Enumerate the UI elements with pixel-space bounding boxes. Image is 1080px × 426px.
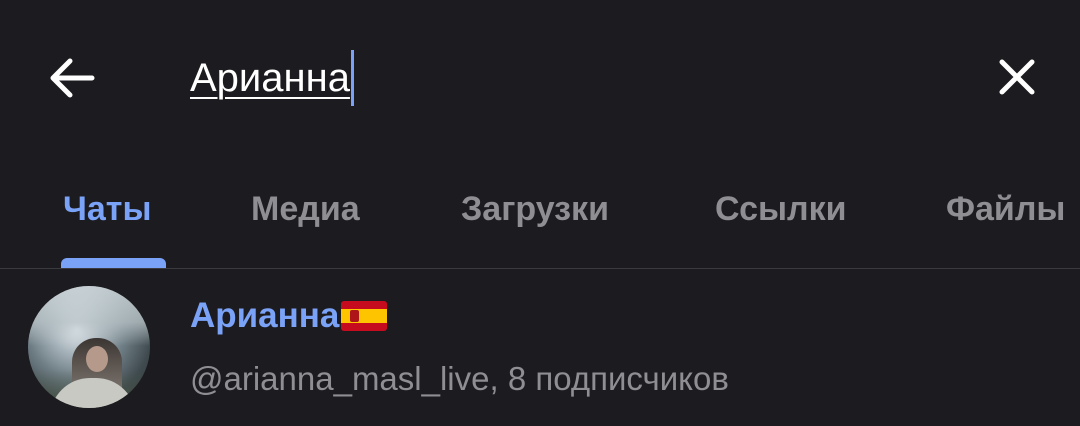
tab-files[interactable]: Файлы	[946, 190, 1065, 229]
avatar	[28, 286, 150, 408]
active-tab-indicator	[61, 258, 166, 268]
text-caret	[350, 50, 354, 106]
arrow-left-icon[interactable]	[48, 56, 96, 100]
chat-subtitle: @arianna_masl_live, 8 подписчиков	[190, 360, 729, 397]
tab-downloads[interactable]: Загрузки	[461, 190, 609, 229]
close-icon[interactable]	[998, 58, 1036, 96]
tab-links[interactable]: Ссылки	[715, 190, 847, 229]
search-input-value[interactable]: Арианна	[190, 56, 350, 100]
chat-title: Арианна	[190, 296, 388, 340]
chat-name: Арианна	[190, 296, 340, 335]
list-item[interactable]: Арианна @arianna_masl_live, 8 подписчико…	[0, 270, 1080, 426]
tab-media[interactable]: Медиа	[251, 190, 360, 229]
search-toolbar: Арианна	[0, 0, 1080, 156]
search-tabs: Чаты Медиа Загрузки Ссылки Файлы	[0, 170, 1080, 269]
search-input[interactable]: Арианна	[190, 50, 354, 112]
spain-flag-icon	[341, 301, 388, 331]
tab-chats[interactable]: Чаты	[63, 190, 152, 229]
